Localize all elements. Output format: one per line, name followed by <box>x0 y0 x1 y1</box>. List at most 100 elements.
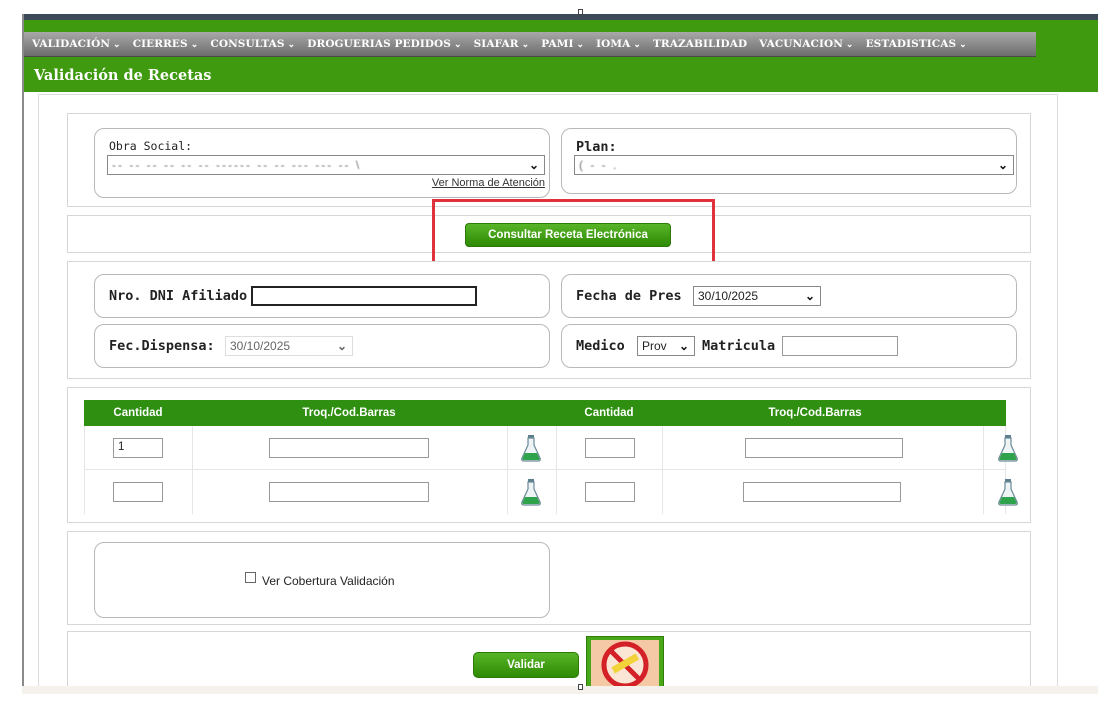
obra-social-value: -- -- -- -- -- -- ------ -- -- --- --- -… <box>112 158 362 172</box>
fecha-pres-value: 30/10/2025 <box>698 289 759 303</box>
chevron-down-icon: ⌄ <box>521 40 530 50</box>
page-frame: VALIDACIÓN ⌄ CIERRES ⌄ CONSULTAS ⌄ DROGUERIAS … <box>22 14 1098 686</box>
chevron-down-icon: ⌄ <box>190 40 199 50</box>
flask-icon[interactable] <box>520 434 542 462</box>
grid-header-troq-1: Troq./Cod.Barras <box>302 407 396 419</box>
main-navbar: VALIDACIÓN ⌄ CIERRES ⌄ CONSULTAS ⌄ DROGUERIAS … <box>24 32 1036 57</box>
cantidad-2-input[interactable] <box>585 482 635 502</box>
chevron-down-icon: ⌄ <box>678 339 689 353</box>
nav-item-validaci-n[interactable]: VALIDACIÓN ⌄ <box>32 38 121 50</box>
plan-select[interactable]: ( - - . ⌄ <box>574 155 1014 175</box>
plan-label: Plan: <box>576 139 617 155</box>
nav-item-vacunacion[interactable]: VACUNACION ⌄ <box>759 38 853 50</box>
chevron-down-icon: ⌄ <box>633 40 642 50</box>
medico-label: Medico <box>576 338 625 354</box>
chevron-down-icon: ⌄ <box>997 158 1008 172</box>
medico-value: Prov <box>642 339 667 353</box>
nav-item-cierres[interactable]: CIERRES ⌄ <box>133 38 199 50</box>
flask-icon[interactable] <box>997 434 1019 462</box>
medico-box: Medico Prov ⌄ Matricula <box>561 324 1017 368</box>
troq-1-input[interactable] <box>269 482 429 502</box>
section-cobertura: Ver Cobertura Validación <box>67 531 1031 625</box>
nav-item-droguerias-pedidos[interactable]: DROGUERIAS PEDIDOS ⌄ <box>307 38 461 50</box>
matricula-input[interactable] <box>782 336 898 356</box>
nav-item-ioma[interactable]: IOMA ⌄ <box>596 38 641 50</box>
fecha-pres-label: Fecha de Pres <box>576 288 682 304</box>
nav-item-trazabilidad[interactable]: TRAZABILIDAD <box>653 38 747 50</box>
section-afiliado: Nro. DNI Afiliado Fecha de Pres 30/10/20… <box>67 261 1031 379</box>
troq-2-input[interactable] <box>743 482 901 502</box>
fecha-pres-box: Fecha de Pres 30/10/2025 ⌄ <box>561 274 1017 318</box>
cantidad-1-input[interactable] <box>113 482 163 502</box>
nav-item-label: VACUNACION <box>759 38 843 50</box>
medico-select[interactable]: Prov ⌄ <box>637 336 695 356</box>
grid-body: 1 <box>84 426 1018 514</box>
validar-button[interactable]: Validar <box>473 652 579 678</box>
dni-label: Nro. DNI Afiliado <box>109 288 248 304</box>
table-row: 1 <box>85 426 1018 470</box>
header-band: VALIDACIÓN ⌄ CIERRES ⌄ CONSULTAS ⌄ DROGUERIAS … <box>24 20 1098 92</box>
section-grid: Cantidad Troq./Cod.Barras Cantidad Troq.… <box>67 387 1031 523</box>
section-validar: Validar <box>67 631 1031 686</box>
grid-header-cantidad-1: Cantidad <box>113 407 163 419</box>
logo-button[interactable] <box>586 636 664 686</box>
grid-header: Cantidad Troq./Cod.Barras Cantidad Troq.… <box>84 400 1006 426</box>
nav-item-label: TRAZABILIDAD <box>653 38 748 50</box>
chevron-down-icon: ⌄ <box>528 158 539 172</box>
dni-box: Nro. DNI Afiliado <box>94 274 550 318</box>
grid-header-cantidad-2: Cantidad <box>584 407 634 419</box>
cantidad-1-input[interactable]: 1 <box>113 438 163 458</box>
grid-header-troq-2: Troq./Cod.Barras <box>768 407 862 419</box>
fec-dispensa-label: Fec.Dispensa: <box>109 338 215 354</box>
cobertura-box: Ver Cobertura Validación <box>94 542 550 618</box>
nav-item-siafar[interactable]: SIAFAR ⌄ <box>474 38 530 50</box>
resize-handle-top[interactable] <box>578 9 583 15</box>
bottom-strip <box>22 686 1098 694</box>
nav-item-label: IOMA <box>596 38 631 50</box>
plan-value: ( - - . <box>579 158 619 172</box>
nav-item-pami[interactable]: PAMI ⌄ <box>541 38 584 50</box>
nav-item-label: CIERRES <box>132 38 188 50</box>
chevron-down-icon: ⌄ <box>287 40 296 50</box>
dni-input[interactable] <box>251 286 477 306</box>
page-title: Validación de Recetas <box>34 67 212 84</box>
troq-1-input[interactable] <box>269 438 429 458</box>
matricula-label: Matricula <box>702 338 776 354</box>
obra-social-select[interactable]: -- -- -- -- -- -- ------ -- -- --- --- -… <box>107 155 545 175</box>
chevron-down-icon: ⌄ <box>113 40 121 50</box>
ver-norma-link[interactable]: Ver Norma de Atención <box>432 177 545 189</box>
highlight-box <box>432 199 715 269</box>
fec-dispensa-value: 30/10/2025 <box>230 339 291 353</box>
cantidad-2-input[interactable] <box>585 438 635 458</box>
no-entry-logo-icon <box>591 640 659 686</box>
fec-dispensa-box: Fec.Dispensa: 30/10/2025 ⌄ <box>94 324 550 368</box>
section-obra-social: Obra Social: -- -- -- -- -- -- ------ --… <box>67 113 1031 207</box>
main-panel: Obra Social: -- -- -- -- -- -- ------ --… <box>38 94 1058 686</box>
chevron-down-icon: ⌄ <box>845 40 854 50</box>
chevron-down-icon: ⌄ <box>804 289 815 303</box>
ver-cobertura-label: Ver Cobertura Validación <box>262 574 395 588</box>
fecha-pres-select[interactable]: 30/10/2025 ⌄ <box>693 286 821 306</box>
table-row <box>85 470 1018 514</box>
chevron-down-icon: ⌄ <box>959 40 967 50</box>
nav-item-label: DROGUERIAS PEDIDOS <box>307 38 451 50</box>
nav-item-label: SIAFAR <box>473 38 519 50</box>
chevron-down-icon: ⌄ <box>453 40 462 50</box>
resize-handle-bottom[interactable] <box>578 684 583 690</box>
nav-item-label: ESTADISTICAS <box>865 38 957 50</box>
troq-2-input[interactable] <box>745 438 903 458</box>
plan-box: Plan: ( - - . ⌄ <box>561 128 1017 194</box>
nav-item-label: PAMI <box>541 38 574 50</box>
nav-item-label: VALIDACIÓN <box>32 38 111 50</box>
ver-cobertura-checkbox[interactable] <box>245 572 256 583</box>
obra-social-label: Obra Social: <box>109 139 193 153</box>
flask-icon[interactable] <box>997 478 1019 506</box>
flask-icon[interactable] <box>520 478 542 506</box>
nav-item-estadisticas[interactable]: ESTADISTICAS ⌄ <box>866 38 967 50</box>
nav-item-label: CONSULTAS <box>210 38 285 50</box>
fec-dispensa-select[interactable]: 30/10/2025 ⌄ <box>225 336 353 356</box>
chevron-down-icon: ⌄ <box>336 339 347 353</box>
nav-item-consultas[interactable]: CONSULTAS ⌄ <box>210 38 295 50</box>
obra-social-box: Obra Social: -- -- -- -- -- -- ------ --… <box>94 128 550 198</box>
chevron-down-icon: ⌄ <box>576 40 585 50</box>
